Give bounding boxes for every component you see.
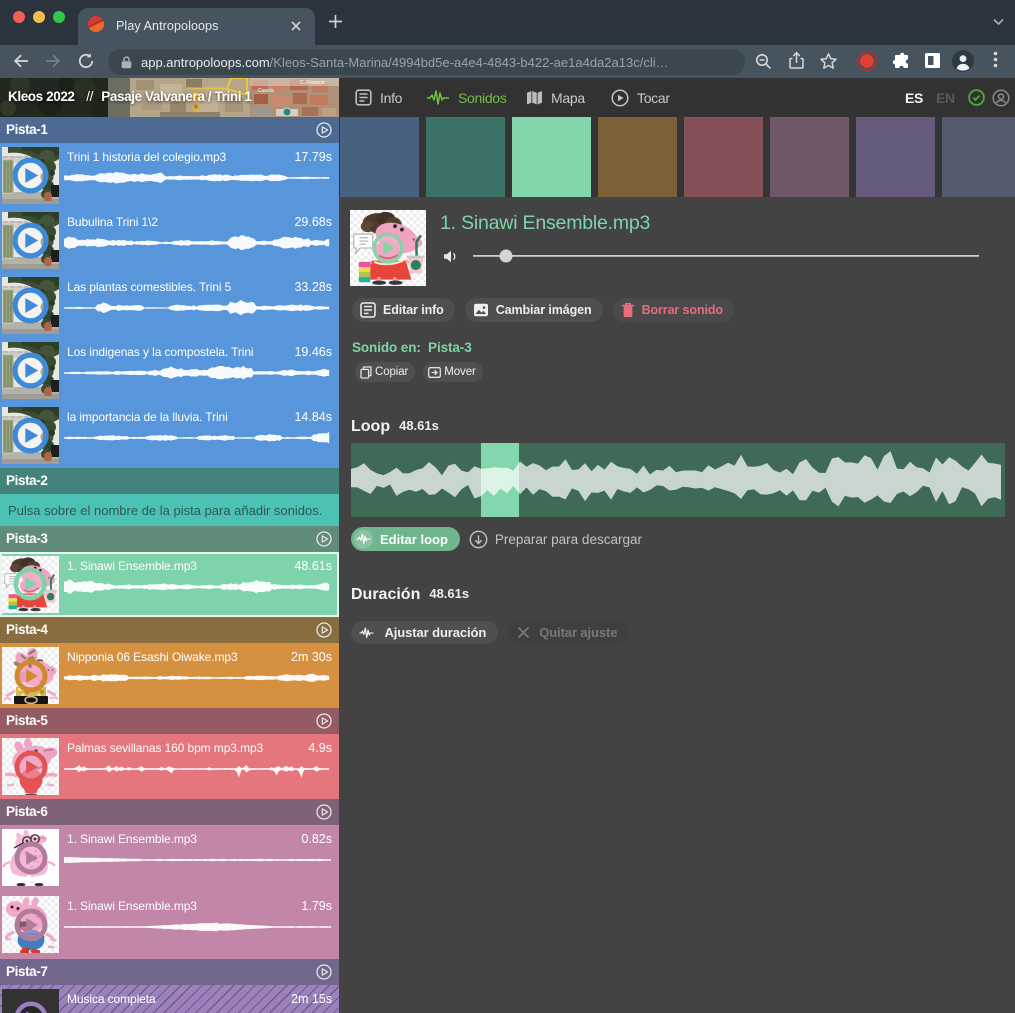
- svg-text:C. Francos: C. Francos: [300, 80, 325, 86]
- svg-text:Cuesta: Cuesta: [258, 88, 274, 94]
